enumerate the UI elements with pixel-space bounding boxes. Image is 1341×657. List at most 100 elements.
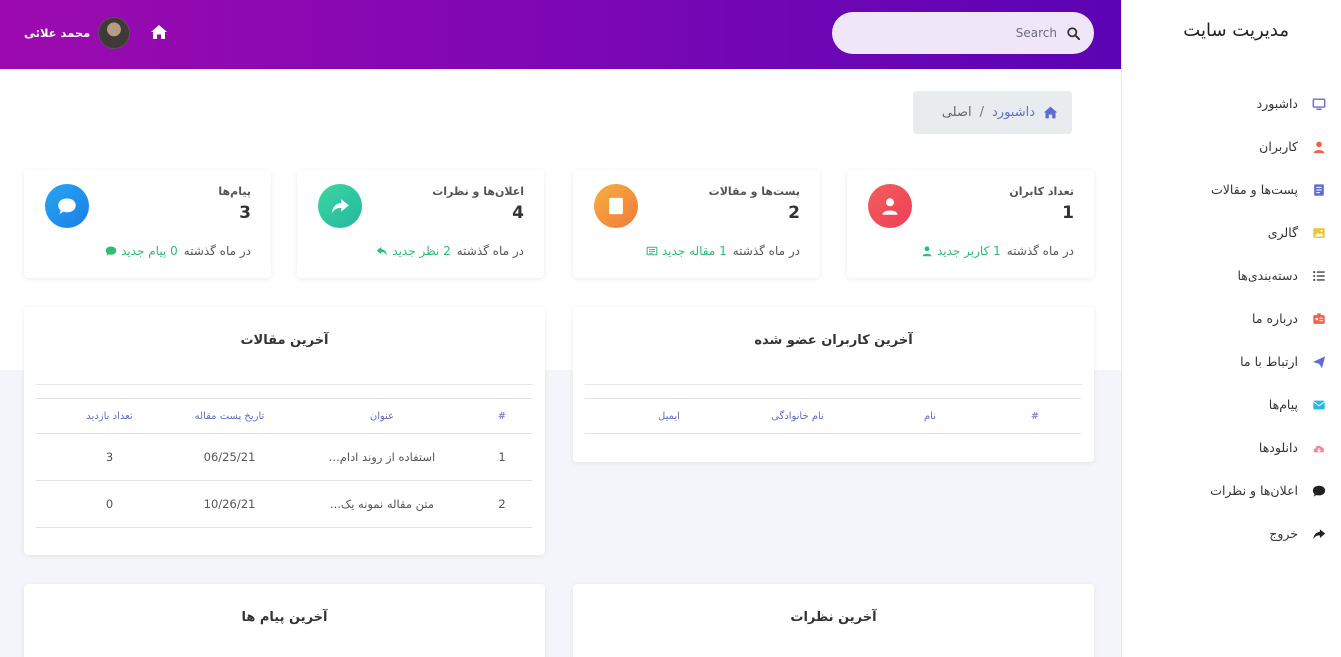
sidebar-item[interactable]: گالری xyxy=(1121,211,1341,254)
stat-title: پست‌ها و مقالات xyxy=(708,185,800,198)
sidebar-item[interactable]: ارتباط با ما xyxy=(1121,340,1341,383)
stat-value: 1 xyxy=(1062,203,1074,223)
stat-value: 4 xyxy=(512,203,524,223)
sidebar-item-label: دانلودها xyxy=(1258,440,1298,455)
sidebar-item[interactable]: دسته‌بندی‌ها xyxy=(1121,254,1341,297)
search-icon xyxy=(1067,26,1080,40)
stat-card: پیام‌ها 3 0 پیام جدید در ماه گذشته xyxy=(24,170,271,278)
table-cell-num: 2 xyxy=(498,497,506,511)
monitor-icon xyxy=(1311,96,1327,112)
stat-value: 2 xyxy=(788,203,800,223)
breadcrumb-current: اصلی xyxy=(941,105,972,120)
table-cell-title[interactable]: استفاده از روند ادام... xyxy=(292,450,472,464)
stat-footer: 0 پیام جدید در ماه گذشته xyxy=(105,244,251,258)
table-header: # عنوان تاریخ پست مقاله تعداد بازدید xyxy=(36,398,532,434)
share-icon xyxy=(318,184,362,228)
user-small-icon xyxy=(921,245,933,257)
sidebar-item[interactable]: خروج xyxy=(1121,512,1341,555)
stat-new-text: 2 نظر جدید xyxy=(392,244,451,258)
user-icon xyxy=(1311,139,1327,155)
stat-period: در ماه گذشته xyxy=(183,244,251,258)
sidebar-item[interactable]: کاربران xyxy=(1121,125,1341,168)
table-cell-views: 0 xyxy=(105,497,114,511)
sidebar-item[interactable]: دانلودها xyxy=(1121,426,1341,469)
document-icon xyxy=(1311,182,1327,198)
latest-messages-panel: آخرین پیام ها xyxy=(24,584,545,657)
latest-articles-panel: آخرین مقالات # عنوان تاریخ پست مقاله تعداد … xyxy=(24,307,545,555)
column-header[interactable]: # xyxy=(989,411,1081,422)
id-card-icon xyxy=(1311,311,1327,327)
sidebar-item[interactable]: پیام‌ها xyxy=(1121,383,1341,426)
latest-messages-title: آخرین پیام ها xyxy=(241,610,328,625)
sidebar-item[interactable]: داشبورد xyxy=(1121,82,1341,125)
home-icon[interactable] xyxy=(150,23,168,41)
sidebar-item-label: ارتباط با ما xyxy=(1240,354,1298,369)
stat-new-text: 1 کاربر جدید xyxy=(936,244,1001,258)
sidebar-item-label: اعلان‌ها و نظرات xyxy=(1210,483,1298,498)
stat-new: 1 کاربر جدید xyxy=(921,244,1001,258)
sidebar-item[interactable]: درباره ما xyxy=(1121,297,1341,340)
user-menu[interactable]: محمد علائی xyxy=(24,17,131,49)
envelope-icon xyxy=(1311,397,1327,413)
stat-title: تعداد کابران xyxy=(1009,185,1074,198)
stat-footer: 1 مقاله جدید در ماه گذشته xyxy=(646,244,800,258)
stat-period: در ماه گذشته xyxy=(456,244,524,258)
column-header[interactable]: عنوان xyxy=(292,411,472,422)
table-header: # نام نام خانوادگی ایمیل xyxy=(585,398,1081,434)
latest-comments-title: آخرین نظرات xyxy=(790,610,877,625)
comment-icon xyxy=(1311,483,1327,499)
comment-icon xyxy=(45,184,89,228)
reply-icon xyxy=(376,245,388,257)
sidebar-item[interactable]: اعلان‌ها و نظرات xyxy=(1121,469,1341,512)
list-icon xyxy=(1311,268,1327,284)
search-box[interactable]: Search xyxy=(832,12,1094,54)
sidebar-item-label: گالری xyxy=(1267,225,1298,240)
comment-small-icon xyxy=(105,245,117,257)
sidebar-item-label: کاربران xyxy=(1259,139,1298,154)
latest-articles-table: # عنوان تاریخ پست مقاله تعداد بازدید 1 استفا… xyxy=(36,398,532,538)
stat-new: 1 مقاله جدید xyxy=(646,244,727,258)
breadcrumb-dashboard-link[interactable]: داشبورد xyxy=(992,105,1035,120)
stat-footer: 1 کاربر جدید در ماه گذشته xyxy=(921,244,1074,258)
stat-new: 0 پیام جدید xyxy=(105,244,178,258)
stat-card: تعداد کابران 1 1 کاربر جدید در ماه گذشته xyxy=(847,170,1094,278)
image-icon xyxy=(1311,225,1327,241)
newspaper-icon xyxy=(646,245,658,257)
sidebar-item-label: درباره ما xyxy=(1252,311,1298,326)
table-cell-date: 10/26/21 xyxy=(203,497,256,511)
column-header[interactable]: تعداد بازدید xyxy=(52,411,167,422)
latest-articles-title: آخرین مقالات xyxy=(240,333,329,348)
user-name: محمد علائی xyxy=(24,26,91,40)
home-icon[interactable] xyxy=(1043,105,1058,120)
stat-footer: 2 نظر جدید در ماه گذشته xyxy=(376,244,524,258)
column-header[interactable]: نام xyxy=(871,411,989,422)
document-icon xyxy=(594,184,638,228)
column-header[interactable]: # xyxy=(472,411,532,422)
table-cell-title[interactable]: متن مقاله نمونه یک... xyxy=(292,497,472,511)
user-icon xyxy=(868,184,912,228)
avatar[interactable] xyxy=(98,17,131,49)
top-bar: Search محمد علائی xyxy=(0,0,1121,69)
latest-users-panel: آخرین کاربران عضو شده # نام نام خانوادگی ای… xyxy=(573,307,1094,462)
divider xyxy=(36,384,533,385)
column-header[interactable]: تاریخ پست مقاله xyxy=(167,411,292,422)
table-cell-num: 1 xyxy=(498,450,506,464)
paper-plane-icon xyxy=(1311,354,1327,370)
stat-period: در ماه گذشته xyxy=(732,244,800,258)
sidebar-item[interactable]: پست‌ها و مقالات xyxy=(1121,168,1341,211)
table-cell-date: 06/25/21 xyxy=(203,450,256,464)
search-input[interactable]: Search xyxy=(1016,26,1057,40)
sidebar: مدیریت سایت داشبورد کاربران پست‌ها و مقا… xyxy=(1121,0,1341,657)
table-row[interactable]: 2 متن مقاله نمونه یک... 10/26/21 0 xyxy=(36,481,532,528)
breadcrumb-separator: / xyxy=(979,105,984,120)
sidebar-item-label: داشبورد xyxy=(1256,96,1298,111)
latest-users-table: # نام نام خانوادگی ایمیل xyxy=(585,398,1081,438)
share-icon xyxy=(1311,526,1327,542)
stat-card: پست‌ها و مقالات 2 1 مقاله جدید در ماه گذ… xyxy=(573,170,820,278)
sidebar-item-label: خروج xyxy=(1269,526,1298,541)
column-header[interactable]: نام خانوادگی xyxy=(724,411,871,422)
column-header[interactable]: ایمیل xyxy=(614,411,724,422)
stat-new-text: 1 مقاله جدید xyxy=(661,244,727,258)
stat-title: اعلان‌ها و نظرات xyxy=(432,185,524,198)
table-row[interactable]: 1 استفاده از روند ادام... 06/25/21 3 xyxy=(36,434,532,481)
